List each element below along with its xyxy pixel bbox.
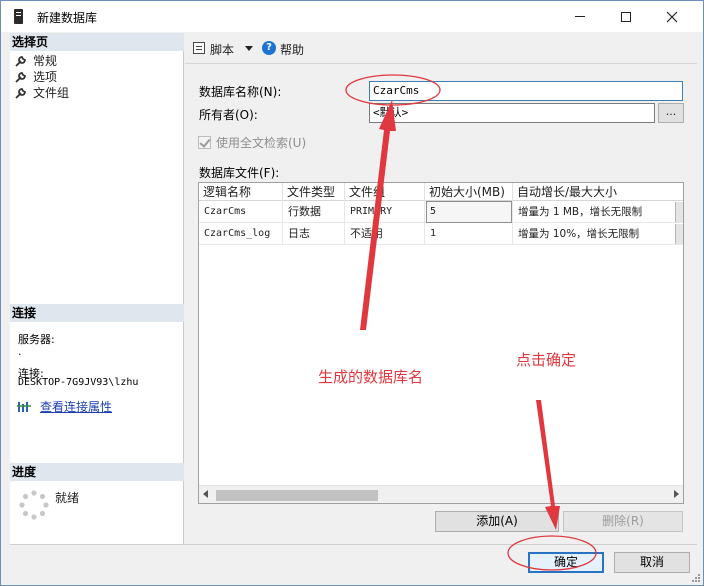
- scrollbar-thumb[interactable]: [216, 490, 378, 501]
- footer-divider: [10, 544, 697, 545]
- column-header[interactable]: 文件类型: [283, 183, 345, 201]
- connection-value: DESKTOP-7G9JV93\lzhu: [18, 377, 139, 388]
- table-row[interactable]: CzarCms_log 日志 不适用 1 增量为 10%，增长无限制: [199, 223, 683, 245]
- cell-logical-name[interactable]: CzarCms: [199, 201, 283, 223]
- cell-file-type[interactable]: 行数据: [283, 201, 345, 223]
- script-icon: [193, 42, 205, 54]
- page-general-label: 常规: [33, 54, 58, 68]
- db-files-grid[interactable]: 逻辑名称 文件类型 文件组 初始大小(MB) 自动增长/最大大小 CzarCms…: [198, 182, 684, 504]
- cell-filegroup[interactable]: PRIMARY: [345, 201, 425, 223]
- owner-browse-button[interactable]: ...: [658, 103, 684, 123]
- cell-initial-size[interactable]: 5: [425, 201, 513, 223]
- db-name-label: 数据库名称(N):: [199, 85, 282, 99]
- column-header[interactable]: 初始大小(MB): [425, 183, 513, 201]
- wrench-icon: [14, 86, 28, 100]
- maximize-icon: [621, 11, 631, 22]
- resize-grip-icon[interactable]: [690, 572, 700, 582]
- view-connection-properties-link[interactable]: 查看连接属性: [16, 398, 112, 415]
- wrench-icon: [14, 70, 28, 84]
- progress-spinner-icon: [19, 490, 49, 520]
- server-value: .: [18, 345, 22, 358]
- toolbar: 脚本 ? 帮助: [185, 33, 697, 64]
- page-general[interactable]: 常规: [14, 53, 57, 69]
- page-options[interactable]: 选项: [14, 69, 57, 85]
- script-button[interactable]: 脚本: [210, 41, 234, 58]
- fulltext-checkbox-row[interactable]: 使用全文检索(U): [198, 134, 306, 151]
- chevron-down-icon[interactable]: [245, 46, 253, 51]
- db-files-label: 数据库文件(F):: [199, 166, 280, 180]
- progress-status: 就绪: [55, 491, 80, 505]
- close-button[interactable]: [649, 1, 695, 32]
- database-server-icon: [14, 9, 23, 24]
- minimize-button[interactable]: [557, 1, 603, 32]
- connection-header: 连接: [10, 304, 184, 322]
- column-header[interactable]: 逻辑名称: [199, 183, 283, 201]
- ok-button[interactable]: 确定: [528, 552, 604, 573]
- cell-initial-size[interactable]: 1: [425, 223, 513, 245]
- cell-file-type[interactable]: 日志: [283, 223, 345, 245]
- title-bar: 新建数据库: [1, 1, 703, 32]
- annotation-generated-name: 生成的数据库名: [318, 368, 424, 386]
- select-page-header: 选择页: [10, 33, 184, 51]
- annotation-click-ok: 点击确定: [516, 351, 577, 369]
- general-page-content: 数据库名称(N): CzarCms 所有者(O): <默认> ... 使用全文检…: [185, 64, 697, 544]
- owner-input[interactable]: <默认>: [369, 103, 655, 123]
- add-button[interactable]: 添加(A): [435, 511, 559, 532]
- window-title: 新建数据库: [37, 11, 98, 25]
- cell-autogrowth: 增量为 10%，增长无限制: [513, 223, 683, 245]
- page-options-label: 选项: [33, 70, 58, 84]
- column-header[interactable]: 自动增长/最大大小: [513, 183, 683, 201]
- column-header[interactable]: 文件组: [345, 183, 425, 201]
- minimize-icon: [575, 16, 585, 17]
- db-name-input[interactable]: CzarCms: [369, 81, 683, 101]
- cell-autogrowth: 增量为 1 MB，增长无限制: [513, 201, 683, 223]
- wrench-icon: [14, 54, 28, 68]
- close-icon: [666, 11, 678, 22]
- fulltext-checkbox[interactable]: [198, 136, 211, 149]
- autogrowth-edit-button[interactable]: [675, 202, 683, 222]
- cell-logical-name[interactable]: CzarCms_log: [199, 223, 283, 245]
- help-button[interactable]: 帮助: [280, 41, 304, 58]
- autogrowth-edit-button[interactable]: [675, 224, 683, 244]
- maximize-button[interactable]: [603, 1, 649, 32]
- cell-filegroup[interactable]: 不适用: [345, 223, 425, 245]
- server-label: 服务器:: [18, 333, 55, 346]
- scroll-right-icon[interactable]: [674, 490, 679, 498]
- left-pane: 选择页 常规 选项 文件组 连接 服务器: . 连接: DESKTOP-7G9J…: [10, 33, 184, 544]
- progress-header: 进度: [10, 463, 184, 481]
- page-filegroups-label: 文件组: [33, 86, 70, 100]
- connection-properties-icon: [17, 401, 31, 412]
- owner-label: 所有者(O):: [199, 108, 258, 122]
- grid-header: 逻辑名称 文件类型 文件组 初始大小(MB) 自动增长/最大大小: [199, 183, 683, 201]
- remove-button[interactable]: 删除(R): [563, 511, 683, 532]
- help-icon: ?: [262, 41, 276, 55]
- table-row[interactable]: CzarCms 行数据 PRIMARY 5 增量为 1 MB，增长无限制: [199, 201, 683, 223]
- view-connection-properties-text: 查看连接属性: [40, 400, 113, 414]
- cancel-button[interactable]: 取消: [614, 552, 690, 573]
- new-database-dialog: 新建数据库 选择页 常规 选项 文件组 连接 服务器: . 连接: DESKTO…: [0, 0, 704, 586]
- horizontal-scrollbar[interactable]: [199, 485, 683, 503]
- fulltext-label: 使用全文检索(U): [216, 136, 307, 150]
- page-filegroups[interactable]: 文件组: [14, 85, 69, 101]
- scroll-left-icon[interactable]: [203, 490, 208, 498]
